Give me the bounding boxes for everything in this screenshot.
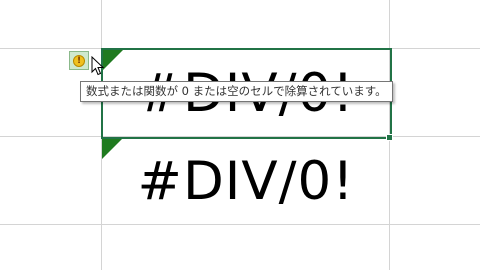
fill-handle[interactable] — [386, 134, 393, 141]
mouse-pointer-icon — [91, 56, 105, 76]
error-triangle-indicator — [102, 137, 124, 159]
error-checking-button[interactable]: ! — [69, 51, 89, 70]
error-tooltip: 数式または関数が 0 または空のセルで除算されています。 — [80, 81, 393, 102]
tooltip-text: 数式または関数が 0 または空のセルで除算されています。 — [86, 84, 387, 98]
cell-value: #DIV/0! — [137, 150, 355, 212]
warning-exclamation-icon: ! — [73, 54, 85, 67]
error-cell[interactable]: #DIV/0! — [102, 137, 390, 225]
